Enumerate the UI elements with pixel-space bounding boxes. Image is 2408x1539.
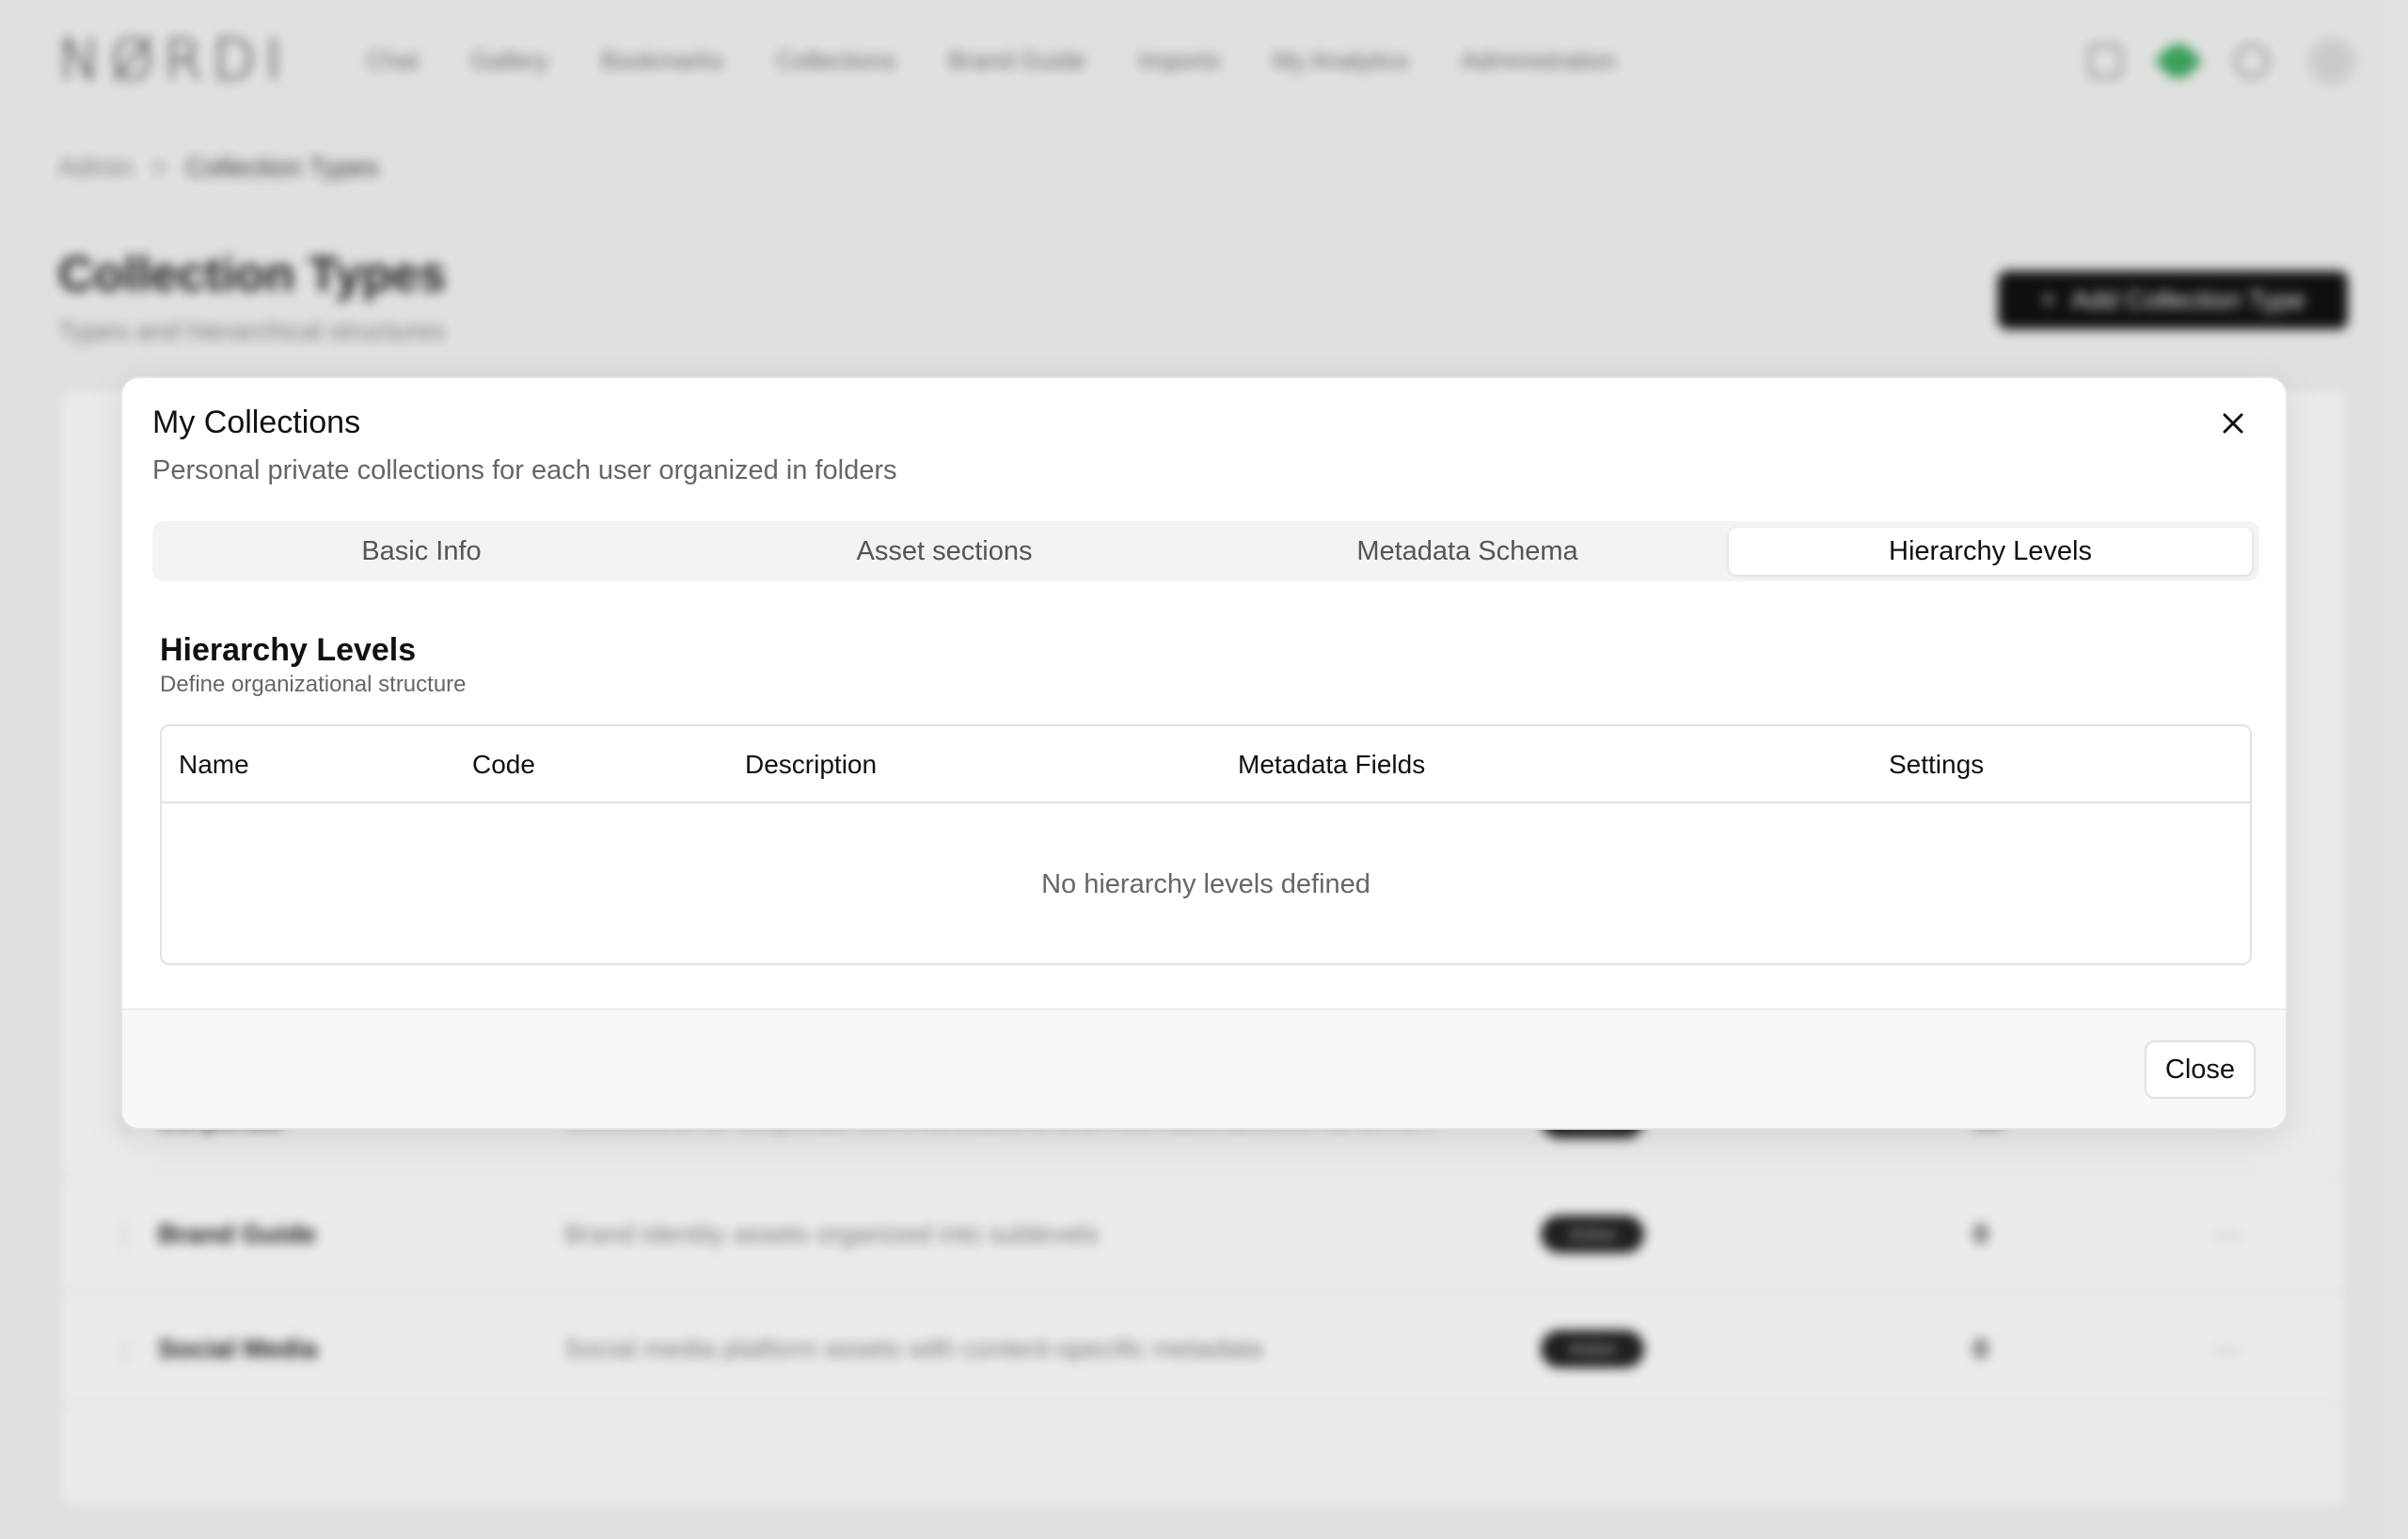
tab-hierarchy-levels[interactable]: Hierarchy Levels bbox=[1729, 528, 2252, 575]
close-button[interactable]: Close bbox=[2145, 1040, 2256, 1099]
column-header-settings: Settings bbox=[1889, 750, 1985, 779]
tab-basic-info[interactable]: Basic Info bbox=[160, 528, 683, 575]
dialog-tabs: Basic Info Asset sections Metadata Schem… bbox=[152, 521, 2259, 581]
hierarchy-levels-table: Name Code Description Metadata Fields Se… bbox=[160, 724, 2252, 965]
close-x-glyph bbox=[2223, 413, 2243, 434]
close-icon[interactable] bbox=[2212, 403, 2254, 444]
column-header-description: Description bbox=[745, 750, 878, 779]
dialog-subtitle: Personal private collections for each us… bbox=[152, 455, 897, 485]
collection-type-dialog: My Collections Personal private collecti… bbox=[120, 376, 2288, 1130]
empty-state-message: No hierarchy levels defined bbox=[1041, 868, 1370, 899]
column-header-code: Code bbox=[472, 750, 535, 779]
dialog-title: My Collections bbox=[152, 405, 361, 440]
tab-metadata-schema[interactable]: Metadata Schema bbox=[1206, 528, 1729, 575]
tab-asset-sections[interactable]: Asset sections bbox=[683, 528, 1206, 575]
section-subtitle: Define organizational structure bbox=[160, 672, 467, 697]
table-header: Name Code Description Metadata Fields Se… bbox=[162, 726, 2250, 803]
dialog-footer: Close bbox=[122, 1008, 2286, 1128]
section-title: Hierarchy Levels bbox=[160, 632, 417, 668]
column-header-metadata-fields: Metadata Fields bbox=[1238, 750, 1426, 779]
column-header-name: Name bbox=[179, 750, 249, 779]
